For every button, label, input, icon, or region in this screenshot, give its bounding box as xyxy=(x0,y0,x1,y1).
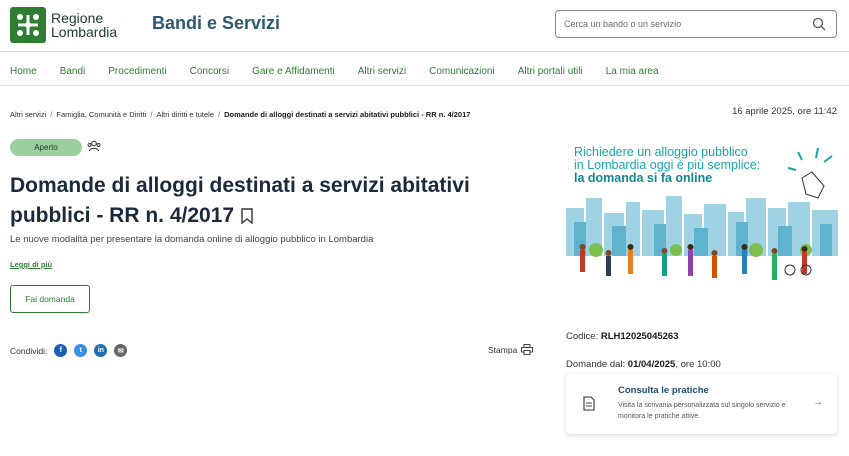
email-icon[interactable]: ✉ xyxy=(114,344,128,357)
promo-banner: Richiedere un alloggio pubblico in Lomba… xyxy=(566,138,838,308)
nav-mia-area[interactable]: La mia area xyxy=(606,66,659,77)
main-nav: Home Bandi Procedimenti Concorsi Gare e … xyxy=(0,58,849,86)
regione-lombardia-logo[interactable]: Regione Lombardia xyxy=(10,7,117,43)
breadcrumb-item-famiglia[interactable]: Famiglia, Comunità e Diritti xyxy=(56,110,146,119)
bookmark-icon[interactable] xyxy=(240,208,254,225)
breadcrumb: Altri servizi / Famiglia, Comunità e Dirit… xyxy=(10,110,470,119)
facebook-icon[interactable]: f xyxy=(54,344,68,357)
breadcrumb-separator: / xyxy=(50,110,53,119)
nav-home[interactable]: Home xyxy=(10,66,37,77)
site-title[interactable]: Bandi e Servizi xyxy=(152,13,280,34)
nav-procedimenti[interactable]: Procedimenti xyxy=(108,66,166,77)
linkedin-icon[interactable]: in xyxy=(94,344,108,357)
breadcrumb-item-altri-servizi[interactable]: Altri servizi xyxy=(10,110,46,119)
promo-line-3: la domanda si fa online xyxy=(574,171,713,185)
search-icon[interactable] xyxy=(812,17,826,31)
print-label: Stampa xyxy=(488,344,518,355)
applications-date: 01/04/2025 xyxy=(627,359,676,370)
breadcrumb-current: Domande di alloggi destinati a servizi a… xyxy=(224,110,471,119)
card-description: Visita la scrivania personalizzata sul s… xyxy=(618,402,786,420)
promo-text: Richiedere un alloggio pubblico in Lomba… xyxy=(574,146,760,185)
code-label: Codice: xyxy=(566,331,599,342)
search-box xyxy=(555,10,837,38)
read-more-link[interactable]: Leggi di più xyxy=(10,260,52,269)
page-title: Domande di alloggi destinati a servizi a… xyxy=(10,171,540,231)
breadcrumb-separator: / xyxy=(218,110,221,119)
service-code: Codice: RLH12025045263 xyxy=(566,331,679,342)
printer-icon xyxy=(521,344,534,355)
document-icon xyxy=(583,396,595,411)
site-header: Regione Lombardia Bandi e Servizi xyxy=(0,0,849,52)
applications-from: Domande dal: 01/04/2025, ore 10:00 xyxy=(566,359,721,370)
twitter-icon[interactable]: t xyxy=(74,344,88,357)
card-title: Consulta le pratiche xyxy=(618,385,709,396)
applications-time: , ore 10:00 xyxy=(675,359,721,370)
nav-altri-portali[interactable]: Altri portali utili xyxy=(518,66,583,77)
current-date: 16 aprile 2025, ore 11:42 xyxy=(732,106,837,117)
page-subtitle: Le nuove modalità per presentare la doma… xyxy=(10,234,374,245)
apply-button[interactable]: Fai domanda xyxy=(10,285,90,313)
nav-concorsi[interactable]: Concorsi xyxy=(190,66,229,77)
users-icon xyxy=(87,140,101,152)
logo-line-2: Lombardia xyxy=(51,24,118,40)
consult-practices-card[interactable]: Consulta le pratiche Visita la scrivania… xyxy=(566,374,837,434)
logo-text: Regione Lombardia xyxy=(51,11,117,39)
applications-label: Domande dal: xyxy=(566,359,626,370)
logo-line-1: Regione xyxy=(51,10,104,26)
breadcrumb-separator: / xyxy=(150,110,153,119)
nav-gare-affidamenti[interactable]: Gare e Affidamenti xyxy=(252,66,335,77)
print-link[interactable]: Stampa xyxy=(488,344,534,355)
search-input[interactable] xyxy=(556,11,796,37)
nav-bandi[interactable]: Bandi xyxy=(60,66,86,77)
breadcrumb-item-altri-diritti[interactable]: Altri diritti e tutele xyxy=(156,110,214,119)
nav-altri-servizi[interactable]: Altri servizi xyxy=(358,66,406,77)
rosa-camuna-icon xyxy=(10,7,46,43)
code-value: RLH12025045263 xyxy=(600,331,679,342)
share-bar: Condividi: f t in ✉ xyxy=(10,344,128,357)
arrow-right-icon: → xyxy=(813,397,823,408)
share-label: Condividi: xyxy=(10,345,48,356)
status-badge: Aperto xyxy=(10,139,82,156)
nav-comunicazioni[interactable]: Comunicazioni xyxy=(429,66,495,77)
